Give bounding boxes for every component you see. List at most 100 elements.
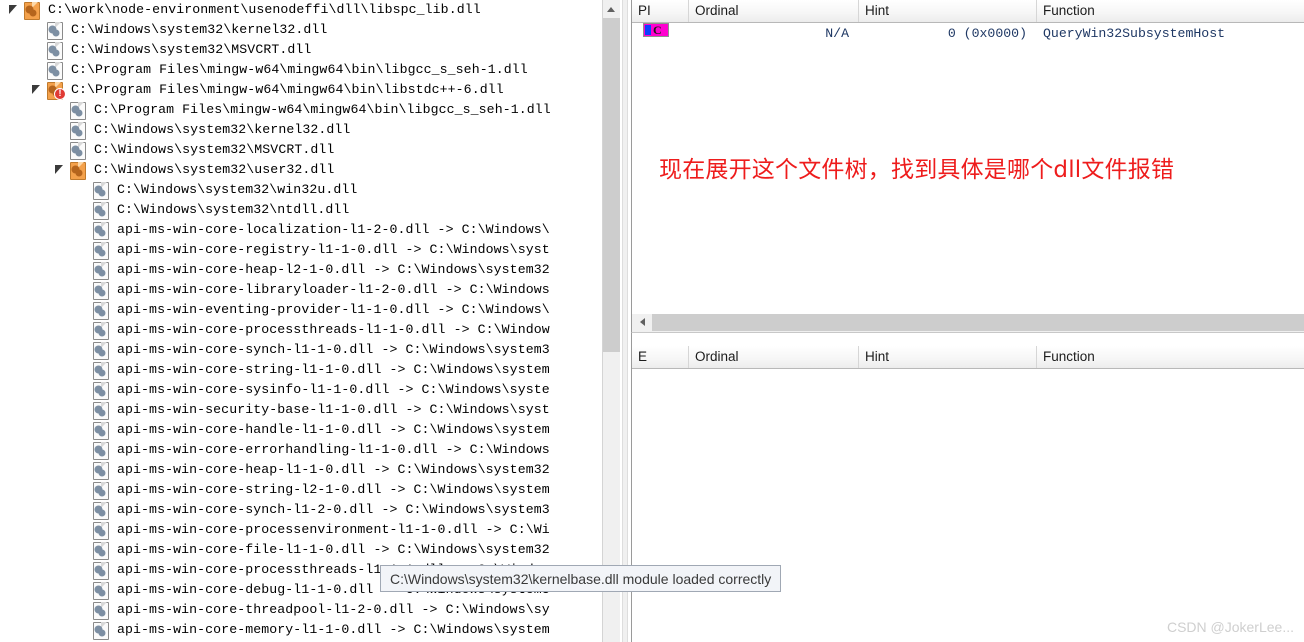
tree-expander-expand-icon[interactable]: [52, 140, 68, 160]
dll-module-icon: [91, 220, 112, 240]
tree-row[interactable]: api-ms-win-core-string-l1-1-0.dll -> C:\…: [0, 360, 602, 380]
tree-expander-expand-icon[interactable]: [75, 480, 91, 500]
tree-expander-expand-icon[interactable]: [75, 260, 91, 280]
column-header-function-2[interactable]: Function: [1037, 346, 1303, 368]
imports-grid-row[interactable]: C N/A 0 (0x0000) QueryWin32SubsystemHost: [632, 23, 1304, 45]
scrollbar-thumb[interactable]: [603, 18, 620, 352]
tree-expander-expand-icon[interactable]: [29, 40, 45, 60]
tree-row[interactable]: api-ms-win-core-processthreads-l1-1-0.dl…: [0, 320, 602, 340]
scroll-up-button[interactable]: [603, 0, 620, 18]
tree-expander-expand-icon[interactable]: [75, 300, 91, 320]
tree-expander-collapse-icon[interactable]: [52, 160, 68, 180]
tree-expander-expand-icon[interactable]: [29, 60, 45, 80]
tree-expander-collapse-icon[interactable]: [6, 0, 22, 20]
tree-row[interactable]: api-ms-win-core-libraryloader-l1-2-0.dll…: [0, 280, 602, 300]
tree-row[interactable]: api-ms-win-core-heap-l2-1-0.dll -> C:\Wi…: [0, 260, 602, 280]
tree-row[interactable]: C:\work\node-environment\usenodeffi\dll\…: [0, 0, 602, 20]
tree-expander-expand-icon[interactable]: [75, 400, 91, 420]
tree-row[interactable]: C:\Program Files\mingw-w64\mingw64\bin\l…: [0, 60, 602, 80]
module-tree-panel[interactable]: C:\work\node-environment\usenodeffi\dll\…: [0, 0, 602, 642]
column-header-e[interactable]: E: [632, 346, 689, 368]
column-header-hint-2[interactable]: Hint: [859, 346, 1037, 368]
tree-row[interactable]: C:\Windows\system32\user32.dll: [0, 160, 602, 180]
panel-splitter[interactable]: [620, 0, 630, 642]
tree-expander-expand-icon[interactable]: [75, 220, 91, 240]
dll-module-icon: [45, 40, 66, 60]
tree-row[interactable]: api-ms-win-core-errorhandling-l1-1-0.dll…: [0, 440, 602, 460]
tree-row[interactable]: api-ms-win-core-memory-l1-1-0.dll -> C:\…: [0, 620, 602, 640]
tree-row[interactable]: ! C:\Program Files\mingw-w64\mingw64\bin\…: [0, 80, 602, 100]
tree-row[interactable]: C:\Windows\system32\MSVCRT.dll: [0, 140, 602, 160]
column-header-function[interactable]: Function: [1037, 0, 1303, 22]
tree-expander-expand-icon[interactable]: [75, 500, 91, 520]
tree-expander-expand-icon[interactable]: [75, 380, 91, 400]
tree-row[interactable]: api-ms-win-core-handle-l1-1-0.dll -> C:\…: [0, 420, 602, 440]
tree-expander-collapse-icon[interactable]: [29, 80, 45, 100]
module-status-tooltip: C:\Windows\system32\kernelbase.dll modul…: [380, 565, 782, 592]
tree-expander-expand-icon[interactable]: [75, 560, 91, 580]
tree-row[interactable]: api-ms-win-core-string-l2-1-0.dll -> C:\…: [0, 480, 602, 500]
tree-row[interactable]: api-ms-win-eventing-provider-l1-1-0.dll …: [0, 300, 602, 320]
tree-row[interactable]: api-ms-win-core-threadpool-l1-2-0.dll ->…: [0, 600, 602, 620]
exports-grid-panel[interactable]: E Ordinal Hint Function: [631, 346, 1304, 642]
tree-expander-expand-icon[interactable]: [75, 360, 91, 380]
tree-row[interactable]: C:\Windows\system32\kernel32.dll: [0, 120, 602, 140]
tree-row[interactable]: C:\Program Files\mingw-w64\mingw64\bin\l…: [0, 100, 602, 120]
tree-row[interactable]: C:\Windows\system32\win32u.dll: [0, 180, 602, 200]
tree-expander-expand-icon[interactable]: [52, 100, 68, 120]
tree-row-label: C:\Windows\system32\MSVCRT.dll: [94, 142, 335, 157]
tree-row[interactable]: api-ms-win-security-base-l1-1-0.dll -> C…: [0, 400, 602, 420]
tree-expander-expand-icon[interactable]: [75, 540, 91, 560]
tree-expander-expand-icon[interactable]: [52, 120, 68, 140]
tree-expander-expand-icon[interactable]: [75, 340, 91, 360]
tree-row[interactable]: api-ms-win-core-registry-l1-1-0.dll -> C…: [0, 240, 602, 260]
dll-module-icon: [91, 480, 112, 500]
column-header-hint[interactable]: Hint: [859, 0, 1037, 22]
dll-module-icon: [91, 620, 112, 640]
dll-module-icon-orange: [22, 0, 43, 20]
tree-row[interactable]: C:\Windows\system32\MSVCRT.dll: [0, 40, 602, 60]
tree-expander-expand-icon[interactable]: [75, 620, 91, 640]
tree-row[interactable]: api-ms-win-core-synch-l1-1-0.dll -> C:\W…: [0, 340, 602, 360]
tree-expander-expand-icon[interactable]: [75, 440, 91, 460]
tree-row-label: api-ms-win-core-handle-l1-1-0.dll -> C:\…: [117, 422, 550, 437]
tree-expander-expand-icon[interactable]: [75, 600, 91, 620]
tree-row[interactable]: api-ms-win-core-processenvironment-l1-1-…: [0, 520, 602, 540]
tree-row-label: api-ms-win-core-string-l2-1-0.dll -> C:\…: [117, 482, 550, 497]
tree-row-label: api-ms-win-core-registry-l1-1-0.dll -> C…: [117, 242, 550, 257]
tree-expander-expand-icon[interactable]: [75, 320, 91, 340]
column-header-ordinal-2[interactable]: Ordinal: [689, 346, 859, 368]
tree-expander-expand-icon[interactable]: [75, 180, 91, 200]
tree-expander-expand-icon[interactable]: [75, 580, 91, 600]
tree-row[interactable]: C:\Windows\system32\ntdll.dll: [0, 200, 602, 220]
tree-row[interactable]: api-ms-win-core-synch-l1-2-0.dll -> C:\W…: [0, 500, 602, 520]
tree-expander-placeholder: [75, 200, 91, 220]
tree-expander-expand-icon[interactable]: [75, 240, 91, 260]
hscrollbar-thumb[interactable]: [652, 314, 1304, 331]
tree-expander-expand-icon[interactable]: [29, 20, 45, 40]
tree-expander-expand-icon[interactable]: [75, 520, 91, 540]
dll-module-icon: [91, 520, 112, 540]
tree-row[interactable]: api-ms-win-core-localization-l1-2-0.dll …: [0, 220, 602, 240]
column-header-ordinal[interactable]: Ordinal: [689, 0, 859, 22]
tree-vertical-scrollbar[interactable]: [602, 0, 620, 642]
column-header-pi[interactable]: PI: [632, 0, 689, 22]
tree-expander-expand-icon[interactable]: [75, 420, 91, 440]
dll-module-icon: [91, 300, 112, 320]
tree-row[interactable]: api-ms-win-core-sysinfo-l1-1-0.dll -> C:…: [0, 380, 602, 400]
tree-expander-expand-icon[interactable]: [75, 280, 91, 300]
tree-expander-expand-icon[interactable]: [75, 460, 91, 480]
tree-row[interactable]: api-ms-win-core-file-l1-1-0.dll -> C:\Wi…: [0, 540, 602, 560]
imports-horizontal-scrollbar[interactable]: [631, 314, 1304, 332]
scroll-left-button[interactable]: [633, 314, 651, 331]
dll-module-icon: [68, 140, 89, 160]
tree-row-label: api-ms-win-core-file-l1-1-0.dll -> C:\Wi…: [117, 542, 550, 557]
tree-row[interactable]: api-ms-win-core-heap-l1-1-0.dll -> C:\Wi…: [0, 460, 602, 480]
tree-row[interactable]: C:\Windows\system32\kernel32.dll: [0, 20, 602, 40]
